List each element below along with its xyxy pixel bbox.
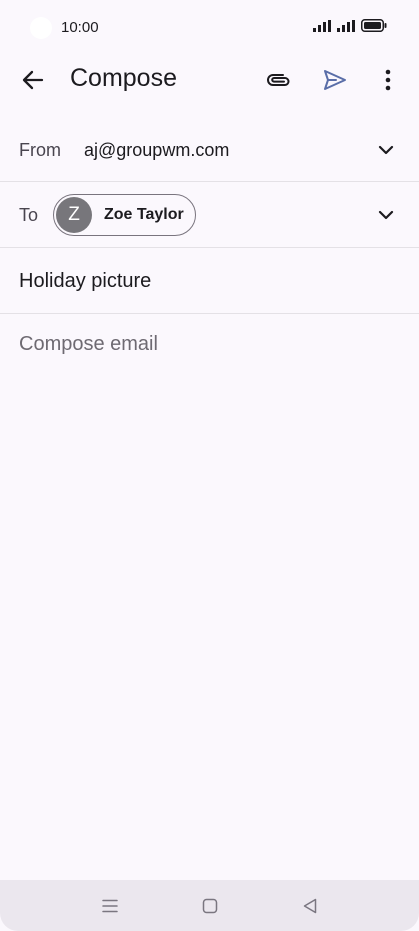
recipient-name: Zoe Taylor <box>104 206 184 223</box>
system-nav-bar <box>0 880 419 931</box>
nav-home-button[interactable] <box>198 894 222 918</box>
to-label: To <box>19 205 39 225</box>
to-row[interactable]: To Z Zoe Taylor <box>0 182 419 248</box>
compose-screen: 10:00 Compose From aj@groupwm.com To Z Z… <box>0 0 419 931</box>
more-vert-icon <box>385 69 391 91</box>
signal-icon <box>313 19 331 37</box>
status-bar: 10:00 <box>0 0 419 56</box>
camera-cutout <box>30 17 52 39</box>
arrow-left-icon <box>22 70 44 90</box>
to-expand-button[interactable] <box>374 203 398 227</box>
system-icons <box>313 19 387 37</box>
paperclip-icon <box>267 74 290 86</box>
back-triangle-icon <box>303 898 317 914</box>
from-label: From <box>19 140 61 160</box>
nav-back-button[interactable] <box>298 894 322 918</box>
from-expand-button[interactable] <box>374 138 398 162</box>
recipient-chip[interactable]: Z Zoe Taylor <box>53 194 196 236</box>
from-row[interactable]: From aj@groupwm.com <box>0 118 419 182</box>
menu-icon <box>102 899 118 913</box>
back-button[interactable] <box>16 66 50 94</box>
compose-body-input[interactable]: Compose email <box>19 333 158 356</box>
subject-text: Holiday picture <box>19 270 152 292</box>
send-button[interactable] <box>320 66 350 94</box>
more-options-button[interactable] <box>376 66 400 94</box>
from-address: aj@groupwm.com <box>84 140 230 160</box>
nav-recents-button[interactable] <box>98 894 122 918</box>
send-icon <box>324 70 346 90</box>
subject-field[interactable]: Holiday picture <box>0 248 419 314</box>
chevron-down-icon <box>378 210 394 220</box>
page-title: Compose <box>70 64 177 92</box>
avatar: Z <box>56 197 92 233</box>
battery-icon <box>361 19 387 37</box>
signal-icon-2 <box>337 19 355 37</box>
app-bar: Compose <box>0 56 419 104</box>
chevron-down-icon <box>378 145 394 155</box>
home-square-icon <box>202 898 218 914</box>
status-time: 10:00 <box>61 19 99 36</box>
attach-button[interactable] <box>264 66 294 94</box>
